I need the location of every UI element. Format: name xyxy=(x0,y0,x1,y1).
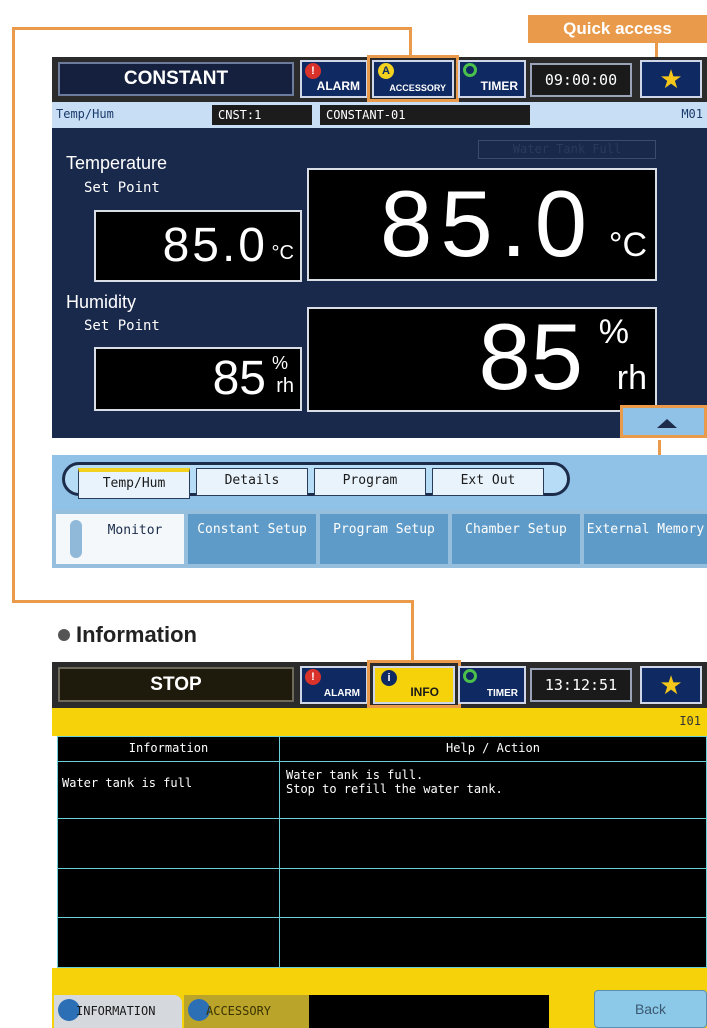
temperature-label: Temperature xyxy=(66,153,168,173)
star-icon: ★ xyxy=(659,670,683,700)
table-row-line xyxy=(58,818,706,819)
humidity-current-display: 85 % rh xyxy=(307,304,657,412)
tab-information-label: INFORMATION xyxy=(76,1004,156,1018)
temperature-current-value: 85.0 xyxy=(380,171,595,276)
row-help: Water tank is full. Stop to refill the w… xyxy=(286,768,503,796)
temperature-setpoint-unit: °C xyxy=(271,242,294,264)
info-highlight xyxy=(367,660,461,708)
alarm-label: ALARM xyxy=(323,688,360,699)
table-row-line xyxy=(58,917,706,918)
accessory-highlight xyxy=(367,55,459,102)
humidity-setpoint-unit-top: % xyxy=(271,353,288,373)
tab-accessory-label: ACCESSORY xyxy=(206,1004,272,1018)
info-screen-code: I01 xyxy=(679,714,701,728)
back-button[interactable]: Back xyxy=(594,990,707,1028)
info-section-title: Information xyxy=(76,622,197,647)
temperature-current-unit: °C xyxy=(608,226,647,264)
humidity-setpoint-unit-bottom: rh xyxy=(276,375,294,397)
star-icon: ★ xyxy=(659,64,683,94)
callout-line xyxy=(12,600,414,603)
alarm-label: ALARM xyxy=(316,79,360,93)
humidity-setpoint-label: Set Point xyxy=(84,318,160,334)
alarm-icon: ! xyxy=(305,669,321,685)
timer-label: TIMER xyxy=(480,79,518,93)
info-alarm-button[interactable]: ! ALARM xyxy=(300,666,368,704)
info-timer-button[interactable]: TIMER xyxy=(458,666,526,704)
table-row-line xyxy=(58,868,706,869)
info-clock-display: 13:12:51 xyxy=(530,668,632,702)
quick-access-button[interactable]: ★ xyxy=(640,60,702,98)
expand-panel-button[interactable] xyxy=(620,405,707,438)
info-section-bullet xyxy=(58,629,70,641)
timer-label: TIMER xyxy=(486,688,518,699)
clock-display: 09:00:00 xyxy=(530,63,632,97)
humidity-setpoint-value: 85 xyxy=(212,352,266,405)
chevron-up-icon xyxy=(657,419,677,428)
tab-temp-hum[interactable]: Temp/Hum xyxy=(78,468,190,499)
row-information: Water tank is full xyxy=(62,776,193,790)
program-name: CONSTANT-01 xyxy=(320,105,530,125)
temperature-setpoint-label: Set Point xyxy=(84,180,160,196)
tab-ext-out[interactable]: Ext Out xyxy=(432,468,544,496)
timer-icon xyxy=(463,63,477,77)
thermometer-icon xyxy=(70,520,82,558)
alarm-icon: ! xyxy=(305,63,321,79)
tab-program[interactable]: Program xyxy=(314,468,426,496)
tab-accessory[interactable]: ACCESSORY xyxy=(184,995,309,1028)
nav-monitor[interactable]: Monitor xyxy=(56,514,184,564)
nav-constant-setup[interactable]: Constant Setup xyxy=(188,514,316,564)
callout-line xyxy=(411,600,414,662)
callout-line xyxy=(12,27,15,603)
timer-button[interactable]: TIMER xyxy=(458,60,526,98)
callout-line xyxy=(409,27,412,58)
humidity-current-unit-bottom: rh xyxy=(616,359,647,397)
status-indicator: Water Tank Full xyxy=(478,140,656,159)
table-row[interactable]: Water tank is full Water tank is full. S… xyxy=(58,762,706,818)
nav-program-setup[interactable]: Program Setup xyxy=(320,514,448,564)
program-number: CNST:1 xyxy=(212,105,312,125)
quick-access-label: Quick access xyxy=(528,15,707,43)
humidity-label: Humidity xyxy=(66,292,137,312)
tab-details[interactable]: Details xyxy=(196,468,308,496)
temperature-current-display: 85.0 °C xyxy=(307,168,657,281)
alarm-button[interactable]: ! ALARM xyxy=(300,60,368,98)
status-subbar: Temp/Hum CNST:1 CONSTANT-01 M01 xyxy=(52,102,707,128)
info-quick-access-button[interactable]: ★ xyxy=(640,666,702,704)
temperature-setpoint-value: 85.0 xyxy=(162,219,268,272)
info-subbar: I01 xyxy=(52,708,707,736)
table-header-information: Information xyxy=(128,741,209,755)
screen-code: M01 xyxy=(681,107,703,121)
tab-information[interactable]: INFORMATION xyxy=(54,995,182,1028)
view-name: Temp/Hum xyxy=(56,107,114,121)
footer-dark-band xyxy=(309,995,549,1028)
timer-icon xyxy=(463,669,477,683)
stop-title: STOP xyxy=(58,667,294,702)
info-table: Information Help / Action Water tank is … xyxy=(57,736,707,968)
callout-line xyxy=(12,27,410,30)
table-header-help: Help / Action xyxy=(446,741,540,755)
nav-external-memory[interactable]: External Memory xyxy=(584,514,707,564)
humidity-current-value: 85 xyxy=(478,304,583,409)
temperature-setpoint-field[interactable]: 85.0 °C xyxy=(94,210,302,282)
mode-title: CONSTANT xyxy=(58,62,294,96)
humidity-current-unit-top: % xyxy=(598,313,629,351)
humidity-setpoint-field[interactable]: 85 % rh xyxy=(94,347,302,411)
nav-chamber-setup[interactable]: Chamber Setup xyxy=(452,514,580,564)
